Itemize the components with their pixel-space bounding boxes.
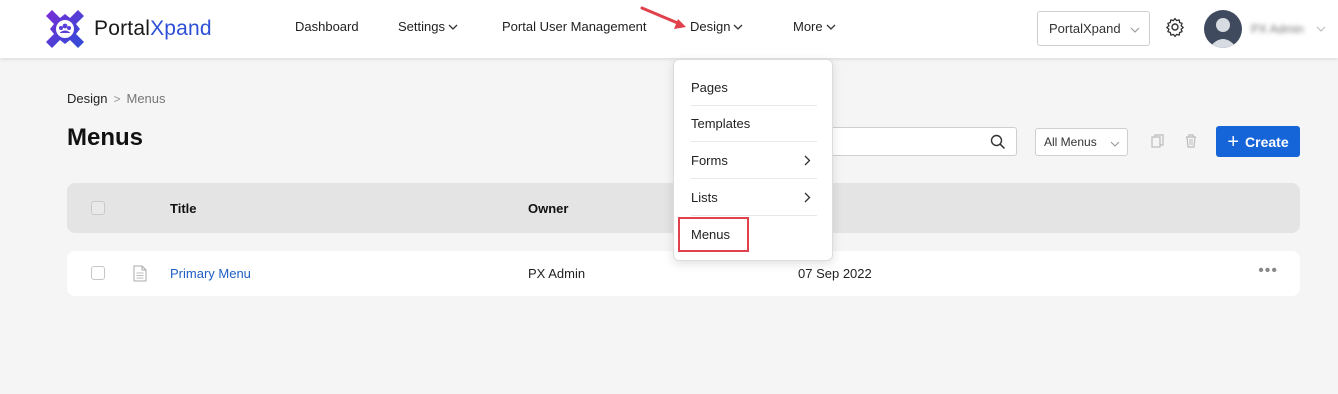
nav-settings-label: Settings: [398, 19, 445, 34]
column-header-owner[interactable]: Owner: [528, 201, 568, 216]
annotation-arrow-icon: [640, 6, 686, 29]
chevron-down-icon: [448, 24, 458, 30]
chevron-down-icon[interactable]: [1315, 24, 1327, 34]
portalxpand-logo-icon: [46, 10, 84, 48]
nav-dashboard-label: Dashboard: [295, 19, 359, 34]
nav-portal-user-management-label: Portal User Management: [502, 19, 647, 34]
menu-item-lists[interactable]: Lists: [691, 179, 817, 216]
logo-wordmark: PortalXpand: [94, 17, 212, 41]
menu-item-pages-label: Pages: [691, 79, 728, 95]
search-icon[interactable]: [990, 134, 1006, 150]
search-input[interactable]: [810, 127, 1017, 156]
nav-more-label: More: [793, 19, 823, 34]
menu-item-templates[interactable]: Templates: [691, 105, 817, 142]
menu-item-forms[interactable]: Forms: [691, 142, 817, 179]
row-more-actions-icon[interactable]: •••: [1258, 262, 1278, 280]
app-logo[interactable]: PortalXpand: [44, 8, 212, 50]
menu-item-templates-label: Templates: [691, 115, 751, 131]
row-owner: PX Admin: [528, 266, 586, 281]
create-button-label: Create: [1245, 133, 1289, 150]
logo-text-portal: Portal: [94, 17, 151, 40]
document-icon: [133, 265, 147, 282]
breadcrumb-separator: >: [113, 91, 121, 106]
row-title-link[interactable]: Primary Menu: [170, 266, 251, 281]
menu-filter-value: All Menus: [1044, 135, 1097, 149]
menu-filter-select[interactable]: All Menus: [1035, 128, 1128, 156]
select-all-checkbox[interactable]: [91, 201, 105, 215]
user-name[interactable]: PX Admin: [1251, 22, 1304, 36]
nav-settings[interactable]: Settings: [398, 19, 459, 34]
page-title: Menus: [67, 124, 144, 151]
chevron-down-icon: [826, 24, 836, 30]
user-avatar-icon: [1209, 18, 1237, 48]
avatar[interactable]: [1204, 10, 1242, 48]
plus-icon: +: [1227, 130, 1240, 153]
breadcrumb: Design > Menus: [67, 91, 166, 106]
gear-icon[interactable]: [1165, 17, 1185, 37]
nav-portal-user-management[interactable]: Portal User Management: [502, 19, 647, 34]
nav-dashboard[interactable]: Dashboard: [295, 19, 359, 34]
chevron-right-icon: [804, 192, 811, 203]
create-button[interactable]: + Create: [1216, 126, 1300, 157]
nav-more[interactable]: More: [793, 19, 837, 34]
trash-icon[interactable]: [1183, 133, 1199, 149]
row-checkbox[interactable]: [91, 266, 105, 280]
column-header-title[interactable]: Title: [170, 201, 197, 216]
portal-select[interactable]: PortalXpand: [1037, 11, 1150, 46]
chevron-right-icon: [804, 155, 811, 166]
logo-text-xpand: Xpand: [150, 17, 212, 40]
breadcrumb-design[interactable]: Design: [67, 91, 107, 106]
chevron-down-icon: [1110, 141, 1120, 147]
nav-design[interactable]: Design: [690, 19, 744, 34]
menu-item-lists-label: Lists: [691, 189, 718, 205]
copy-icon[interactable]: [1150, 133, 1166, 149]
chevron-down-icon: [1130, 27, 1140, 33]
menu-item-forms-label: Forms: [691, 152, 728, 168]
menu-item-pages[interactable]: Pages: [691, 69, 817, 106]
menus-highlight-box: [678, 217, 749, 252]
breadcrumb-menus: Menus: [126, 91, 166, 106]
row-date: 07 Sep 2022: [798, 266, 872, 281]
nav-design-label: Design: [690, 19, 731, 34]
portal-select-value: PortalXpand: [1049, 21, 1121, 36]
chevron-down-icon: [734, 24, 743, 30]
